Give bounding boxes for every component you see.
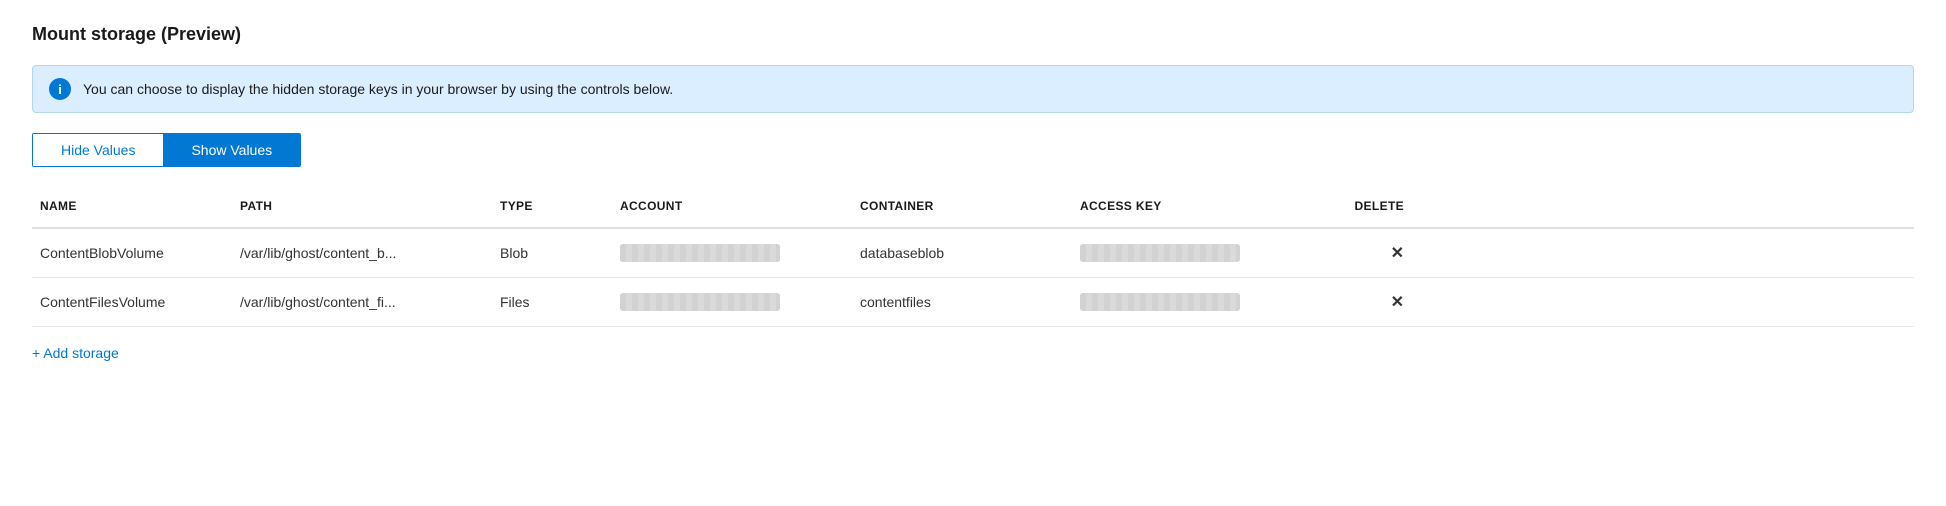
cell-container-1: contentfiles: [852, 280, 1072, 324]
info-banner-text: You can choose to display the hidden sto…: [83, 81, 673, 97]
cell-container-0: databaseblob: [852, 231, 1072, 275]
masked-access-key-0: [1080, 244, 1240, 262]
cell-delete-1[interactable]: ✕: [1332, 278, 1412, 326]
cell-name-0: ContentBlobVolume: [32, 231, 232, 275]
masked-account-1: [620, 293, 780, 311]
toggle-button-group: Hide Values Show Values: [32, 133, 301, 167]
col-header-container: CONTAINER: [852, 191, 1072, 221]
col-header-name: NAME: [32, 191, 232, 221]
delete-icon-1[interactable]: ✕: [1391, 294, 1404, 311]
col-header-path: PATH: [232, 191, 492, 221]
cell-type-1: Files: [492, 280, 612, 324]
info-banner: i You can choose to display the hidden s…: [32, 65, 1914, 113]
cell-account-1: [612, 279, 852, 325]
table-row: ContentBlobVolume /var/lib/ghost/content…: [32, 229, 1914, 278]
masked-access-key-1: [1080, 293, 1240, 311]
cell-path-0: /var/lib/ghost/content_b...: [232, 231, 492, 275]
cell-access-key-0: [1072, 230, 1332, 276]
cell-delete-0[interactable]: ✕: [1332, 229, 1412, 277]
info-icon: i: [49, 78, 71, 100]
page-title: Mount storage (Preview): [32, 24, 1914, 45]
add-storage-link[interactable]: + Add storage: [32, 345, 119, 361]
masked-account-0: [620, 244, 780, 262]
storage-table: NAME PATH TYPE ACCOUNT CONTAINER ACCESS …: [32, 191, 1914, 327]
col-header-access-key: ACCESS KEY: [1072, 191, 1332, 221]
show-values-button[interactable]: Show Values: [163, 134, 300, 166]
cell-name-1: ContentFilesVolume: [32, 280, 232, 324]
cell-path-1: /var/lib/ghost/content_fi...: [232, 280, 492, 324]
table-header: NAME PATH TYPE ACCOUNT CONTAINER ACCESS …: [32, 191, 1914, 229]
table-row: ContentFilesVolume /var/lib/ghost/conten…: [32, 278, 1914, 327]
cell-account-0: [612, 230, 852, 276]
hide-values-button[interactable]: Hide Values: [33, 134, 163, 166]
col-header-account: ACCOUNT: [612, 191, 852, 221]
delete-icon-0[interactable]: ✕: [1391, 245, 1404, 262]
cell-access-key-1: [1072, 279, 1332, 325]
cell-type-0: Blob: [492, 231, 612, 275]
col-header-delete: DELETE: [1332, 191, 1412, 221]
col-header-type: TYPE: [492, 191, 612, 221]
